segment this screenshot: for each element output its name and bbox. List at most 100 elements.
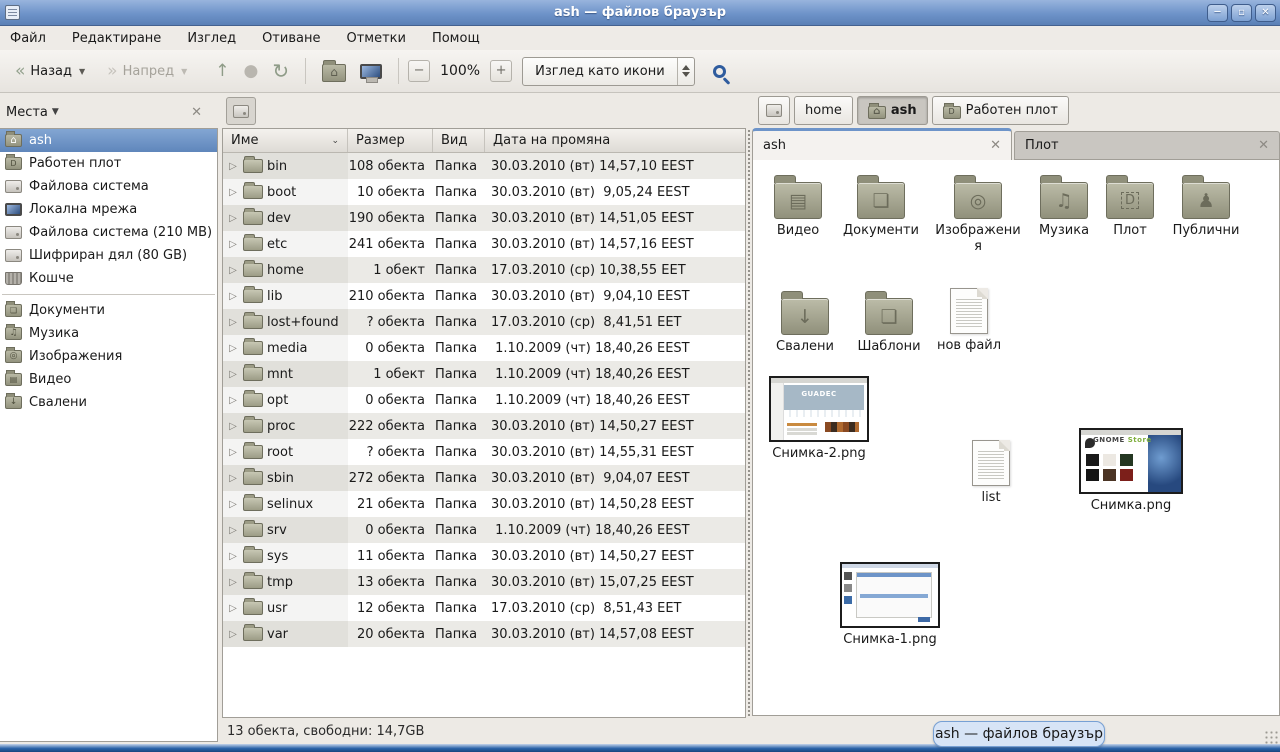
titlebar[interactable]: ash — файлов браузър ─ ▫ ✕	[0, 0, 1280, 26]
stop-button[interactable]: ●	[236, 58, 265, 84]
table-row[interactable]: ▷ sbin 272 обекта Папка 30.03.2010 (вт) …	[223, 465, 745, 491]
expander-icon[interactable]: ▷	[227, 317, 239, 328]
expander-icon[interactable]: ▷	[227, 213, 239, 224]
breadcrumb-desktop[interactable]: Работен плот	[932, 96, 1069, 125]
column-header-name[interactable]: Име ⌄	[223, 129, 348, 152]
zoom-in-button[interactable]: +	[490, 60, 512, 82]
breadcrumb-ash[interactable]: ash	[857, 96, 928, 125]
table-row[interactable]: ▷ home 1 обект Папка 17.03.2010 (ср) 10,…	[223, 257, 745, 283]
reload-button[interactable]: ↻	[265, 58, 296, 84]
file-icon-Изображения[interactable]: ◎ Изображения	[935, 172, 1021, 256]
back-button[interactable]: « Назад ▼	[8, 60, 92, 83]
menu-bookmarks[interactable]: Отметки	[346, 28, 417, 49]
file-icon-нов-файл[interactable]: нов файл	[927, 288, 1011, 354]
expander-icon[interactable]: ▷	[227, 265, 239, 276]
sidebar-item-images[interactable]: Изображения	[0, 345, 217, 368]
table-row[interactable]: ▷ bin 108 обекта Папка 30.03.2010 (вт) 1…	[223, 153, 745, 179]
resize-grip[interactable]	[1264, 730, 1278, 744]
file-icon-Снимка-2.png[interactable]: GUADEC Снимка-2.png	[767, 376, 871, 462]
expander-icon[interactable]: ▷	[227, 395, 239, 406]
forward-dropdown-icon[interactable]: ▼	[181, 67, 187, 76]
expander-icon[interactable]: ▷	[227, 447, 239, 458]
sidebar-item-encrypted-80[interactable]: Шифриран дял (80 GB)	[0, 244, 217, 267]
sidebar-item-video[interactable]: Видео	[0, 368, 217, 391]
sidebar-mode-select[interactable]: Места	[6, 105, 48, 120]
taskbar-window-button[interactable]: ash — файлов браузър	[933, 721, 1105, 747]
sidebar-item-trash[interactable]: Кошче	[0, 267, 217, 290]
menu-go[interactable]: Отиване	[262, 28, 332, 49]
file-icon-Свалени[interactable]: ↓ Свалени	[761, 288, 849, 355]
table-row[interactable]: ▷ proc 222 обекта Папка 30.03.2010 (вт) …	[223, 413, 745, 439]
expander-icon[interactable]: ▷	[227, 551, 239, 562]
table-row[interactable]: ▷ mnt 1 обект Папка 1.10.2009 (чт) 18,40…	[223, 361, 745, 387]
tab-ash[interactable]: ash ✕	[752, 128, 1012, 160]
expander-icon[interactable]: ▷	[227, 239, 239, 250]
expander-icon[interactable]: ▷	[227, 603, 239, 614]
expander-icon[interactable]: ▷	[227, 525, 239, 536]
expander-icon[interactable]: ▷	[227, 369, 239, 380]
sidebar-item-network[interactable]: Локална мрежа	[0, 198, 217, 221]
sidebar-item-desktop[interactable]: Работен плот	[0, 152, 217, 175]
close-button[interactable]: ✕	[1255, 4, 1276, 22]
sidebar-close-icon[interactable]: ✕	[191, 105, 202, 120]
expander-icon[interactable]: ▷	[227, 343, 239, 354]
sidebar-item-downloads[interactable]: Свалени	[0, 391, 217, 414]
menu-file[interactable]: Файл	[10, 28, 58, 49]
table-row[interactable]: ▷ srv 0 обекта Папка 1.10.2009 (чт) 18,4…	[223, 517, 745, 543]
menu-help[interactable]: Помощ	[432, 28, 492, 49]
tab-plot[interactable]: Плот ✕	[1014, 131, 1280, 160]
tab-close-icon[interactable]: ✕	[1258, 138, 1269, 153]
sidebar-item-ash[interactable]: ash	[0, 129, 217, 152]
sidebar-item-filesystem-210[interactable]: Файлова система (210 MB)	[0, 221, 217, 244]
expander-icon[interactable]: ▷	[227, 473, 239, 484]
view-mode-select[interactable]: Изглед като икони	[522, 57, 695, 86]
table-row[interactable]: ▷ lost+found ? обекта Папка 17.03.2010 (…	[223, 309, 745, 335]
file-icon-Снимка-1.png[interactable]: Снимка-1.png	[835, 562, 945, 648]
table-row[interactable]: ▷ media 0 обекта Папка 1.10.2009 (чт) 18…	[223, 335, 745, 361]
file-icon-Видео[interactable]: ▤ Видео	[755, 172, 841, 239]
column-header-size[interactable]: Размер	[348, 129, 433, 152]
home-button[interactable]	[315, 56, 353, 86]
expander-icon[interactable]: ▷	[227, 577, 239, 588]
table-row[interactable]: ▷ usr 12 обекта Папка 17.03.2010 (ср) 8,…	[223, 595, 745, 621]
expander-icon[interactable]: ▷	[227, 421, 239, 432]
pane-splitter[interactable]	[745, 128, 752, 718]
table-row[interactable]: ▷ lib 210 обекта Папка 30.03.2010 (вт) 9…	[223, 283, 745, 309]
back-dropdown-icon[interactable]: ▼	[79, 67, 85, 76]
file-icon-Плот[interactable]: D Плот	[1091, 172, 1169, 239]
column-header-type[interactable]: Вид	[433, 129, 485, 152]
search-icon[interactable]	[713, 65, 726, 78]
table-row[interactable]: ▷ root ? обекта Папка 30.03.2010 (вт) 14…	[223, 439, 745, 465]
view-mode-stepper-icon[interactable]	[677, 58, 694, 85]
table-row[interactable]: ▷ tmp 13 обекта Папка 30.03.2010 (вт) 15…	[223, 569, 745, 595]
expander-icon[interactable]: ▷	[227, 161, 239, 172]
up-button[interactable]: ↑	[208, 58, 236, 84]
file-icon-Снимка.png[interactable]: GNOME Store Снимка.png	[1075, 428, 1187, 514]
breadcrumb-home[interactable]: home	[794, 96, 853, 125]
computer-button[interactable]	[353, 60, 389, 83]
table-row[interactable]: ▷ var 20 обекта Папка 30.03.2010 (вт) 14…	[223, 621, 745, 647]
icon-view[interactable]: ▤ Видео ❏ Документи ◎ Изображения ♫ Музи…	[752, 160, 1280, 716]
table-row[interactable]: ▷ etc 241 обекта Папка 30.03.2010 (вт) 1…	[223, 231, 745, 257]
maximize-button[interactable]: ▫	[1231, 4, 1252, 22]
file-icon-Шаблони[interactable]: ❏ Шаблони	[845, 288, 933, 355]
expander-icon[interactable]: ▷	[227, 499, 239, 510]
minimize-button[interactable]: ─	[1207, 4, 1228, 22]
table-row[interactable]: ▷ sys 11 обекта Папка 30.03.2010 (вт) 14…	[223, 543, 745, 569]
expander-icon[interactable]: ▷	[227, 291, 239, 302]
breadcrumb-root-button[interactable]	[758, 96, 790, 125]
forward-button[interactable]: » Напред ▼	[100, 60, 194, 83]
expander-icon[interactable]: ▷	[227, 187, 239, 198]
table-row[interactable]: ▷ selinux 21 обекта Папка 30.03.2010 (вт…	[223, 491, 745, 517]
table-row[interactable]: ▷ dev 190 обекта Папка 30.03.2010 (вт) 1…	[223, 205, 745, 231]
menu-edit[interactable]: Редактиране	[72, 28, 173, 49]
table-row[interactable]: ▷ boot 10 обекта Папка 30.03.2010 (вт) 9…	[223, 179, 745, 205]
sidebar-item-documents[interactable]: Документи	[0, 299, 217, 322]
sidebar-item-filesystem[interactable]: Файлова система	[0, 175, 217, 198]
file-icon-Документи[interactable]: ❏ Документи	[837, 172, 925, 239]
tab-close-icon[interactable]: ✕	[990, 138, 1001, 153]
table-row[interactable]: ▷ opt 0 обекта Папка 1.10.2009 (чт) 18,4…	[223, 387, 745, 413]
zoom-out-button[interactable]: −	[408, 60, 430, 82]
file-icon-list[interactable]: list	[951, 440, 1031, 506]
sidebar-item-music[interactable]: Музика	[0, 322, 217, 345]
